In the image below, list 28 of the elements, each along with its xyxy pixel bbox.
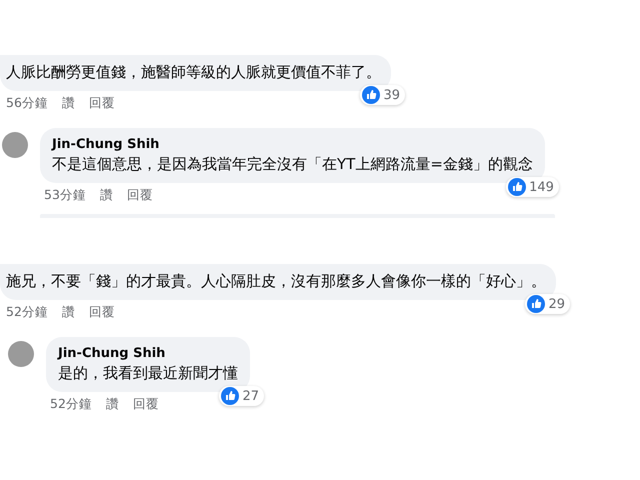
like-link[interactable]: 讚 — [62, 304, 75, 321]
timestamp: 52分鐘 — [50, 396, 92, 413]
like-count-badge[interactable]: 29 — [525, 294, 570, 314]
timestamp: 56分鐘 — [6, 95, 48, 112]
avatar[interactable] — [2, 132, 28, 158]
reply-text: 是的，我看到最近新聞才懂 — [58, 363, 238, 383]
like-icon — [221, 387, 240, 405]
comment-text: 施兄，不要「錢」的才最貴。人心隔肚皮，沒有那麼多人會像你一樣的「好心」。 — [6, 271, 546, 291]
like-link[interactable]: 讚 — [62, 95, 75, 112]
comment-text: 人脈比酬勞更值錢，施醫師等級的人脈就更價值不菲了。 — [6, 62, 381, 82]
reply-text: 不是這個意思，是因為我當年完全沒有「在YT上網路流量=金錢」的觀念 — [52, 154, 533, 174]
timestamp: 53分鐘 — [44, 187, 86, 204]
like-count-badge[interactable]: 149 — [506, 177, 559, 197]
reply-link[interactable]: 回覆 — [88, 95, 115, 112]
like-link[interactable]: 讚 — [100, 187, 113, 204]
like-icon — [508, 178, 526, 196]
like-icon — [527, 295, 546, 313]
like-count-badge[interactable]: 27 — [219, 386, 264, 406]
reply-link[interactable]: 回覆 — [132, 396, 159, 413]
reply-link[interactable]: 回覆 — [88, 304, 115, 321]
timestamp: 52分鐘 — [6, 304, 48, 321]
like-icon — [362, 86, 380, 104]
like-count-badge[interactable]: 39 — [360, 85, 405, 105]
reply-link[interactable]: 回覆 — [126, 187, 153, 204]
avatar[interactable] — [8, 341, 34, 367]
author-name[interactable]: Jin-Chung Shih — [52, 136, 533, 154]
author-name[interactable]: Jin-Chung Shih — [58, 345, 238, 363]
like-link[interactable]: 讚 — [106, 396, 119, 413]
